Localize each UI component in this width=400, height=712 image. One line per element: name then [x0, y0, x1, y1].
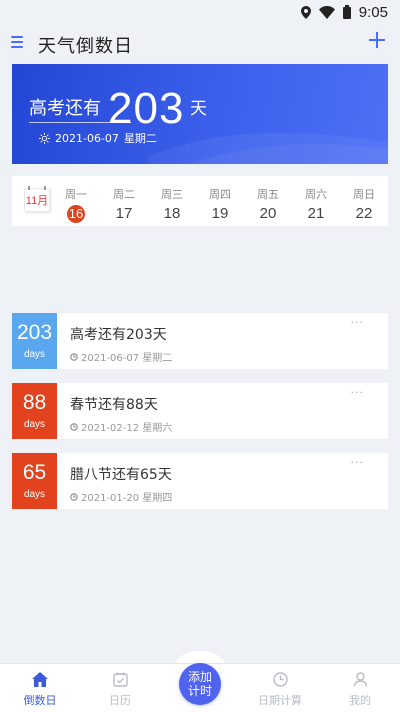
- week-day-name: 周四: [209, 188, 231, 201]
- countdown-days-badge: 88 days: [12, 383, 57, 439]
- countdown-date: 2021-01-20 星期四: [81, 493, 173, 504]
- more-options-icon[interactable]: ···: [351, 457, 365, 468]
- hero-days-unit: 天: [190, 99, 207, 119]
- clock-icon: [272, 672, 288, 687]
- countdown-card[interactable]: 65 days 腊八节还有65天 2021-01-20 星期四 ···: [12, 453, 388, 509]
- location-icon: [300, 5, 311, 19]
- add-timer-label-line2: 计时: [187, 684, 212, 698]
- hero-date-row: 2021-06-07 星期二: [39, 130, 157, 146]
- countdown-date: 2021-06-07 星期二: [81, 353, 173, 364]
- week-day-number: 19: [211, 205, 229, 222]
- week-day-number: 17: [115, 205, 133, 222]
- menu-icon[interactable]: [11, 36, 23, 50]
- week-day-number: 22: [355, 205, 373, 222]
- week-calendar-strip: 11月 周一 16 周二 17 周三 18 周四 19 周五 20 周六 21 …: [12, 176, 388, 226]
- countdown-title: 腊八节还有65天: [70, 467, 172, 483]
- battery-icon: [342, 5, 351, 19]
- more-options-icon[interactable]: ···: [351, 387, 365, 398]
- hero-days-number: 203: [108, 84, 185, 133]
- week-day-name: 周三: [161, 188, 183, 201]
- add-icon[interactable]: [369, 32, 385, 48]
- week-day[interactable]: 周日 22: [340, 176, 388, 226]
- week-day[interactable]: 周三 18: [148, 176, 196, 226]
- week-day[interactable]: 周一 16: [52, 176, 100, 226]
- user-icon: [353, 672, 367, 687]
- countdown-days-number: 65: [22, 461, 47, 484]
- more-options-icon[interactable]: ···: [351, 317, 365, 328]
- countdown-days-badge: 65 days: [12, 453, 57, 509]
- hero-label: 高考还有: [29, 98, 101, 119]
- nav-label: 倒数日: [23, 694, 57, 707]
- page-title: 天气倒数日: [38, 36, 133, 57]
- week-day-name: 周一: [65, 188, 87, 201]
- week-day-number: 20: [259, 205, 277, 222]
- week-day[interactable]: 周六 21: [292, 176, 340, 226]
- nav-item-countdown[interactable]: 倒数日: [0, 664, 80, 712]
- hero-divider: [29, 122, 131, 123]
- countdown-date-row: 2021-06-07 星期二: [70, 349, 172, 364]
- countdown-card[interactable]: 203 days 高考还有203天 2021-06-07 星期二 ···: [12, 313, 388, 369]
- hero-countdown-banner[interactable]: 高考还有 203 天 2021-06-07 星期二: [12, 64, 388, 164]
- week-day-name: 周五: [257, 188, 279, 201]
- calendar-month-label: 11月: [25, 195, 49, 207]
- countdown-days-badge: 203 days: [12, 313, 57, 369]
- nav-item-calendar[interactable]: 日历: [80, 664, 160, 712]
- week-day[interactable]: 周四 19: [196, 176, 244, 226]
- week-day-name: 周日: [353, 188, 375, 201]
- countdown-date-row: 2021-02-12 星期六: [70, 419, 172, 434]
- add-timer-button[interactable]: 添加 计时: [179, 663, 221, 705]
- clock-icon: [70, 492, 78, 501]
- week-day[interactable]: 周二 17: [100, 176, 148, 226]
- week-day-number: 18: [163, 205, 181, 222]
- nav-item-date-calc[interactable]: 日期计算: [240, 664, 320, 712]
- countdown-days-unit: days: [23, 349, 46, 360]
- hero-date: 2021-06-07: [55, 131, 119, 145]
- week-day-name: 周六: [305, 188, 327, 201]
- countdown-days-number: 88: [22, 391, 47, 414]
- countdown-title: 高考还有203天: [70, 327, 167, 343]
- nav-label: 日历: [109, 694, 131, 707]
- countdown-days-unit: days: [23, 419, 46, 430]
- hero-weekday: 星期二: [123, 132, 157, 145]
- clock-icon: [70, 422, 78, 431]
- calendar-month-icon[interactable]: 11月: [24, 186, 50, 212]
- status-bar: 9:05: [0, 0, 400, 24]
- nav-label: 我的: [349, 694, 371, 707]
- week-day[interactable]: 周五 20: [244, 176, 292, 226]
- week-day-number-today: 16: [67, 205, 85, 223]
- countdown-days-unit: days: [23, 489, 46, 500]
- add-timer-label-line1: 添加: [187, 670, 212, 684]
- wifi-icon: [318, 5, 335, 19]
- clock-icon: [70, 352, 78, 361]
- week-days: 周一 16 周二 17 周三 18 周四 19 周五 20 周六 21 周日 2…: [52, 176, 388, 226]
- countdown-title: 春节还有88天: [70, 397, 158, 413]
- status-time: 9:05: [358, 3, 388, 21]
- countdown-date-row: 2021-01-20 星期四: [70, 489, 172, 504]
- countdown-date: 2021-02-12 星期六: [81, 423, 173, 434]
- week-day-number: 21: [307, 205, 325, 222]
- calendar-icon: [112, 672, 128, 687]
- nav-item-mine[interactable]: 我的: [320, 664, 400, 712]
- app-header: 天气倒数日: [0, 26, 400, 62]
- week-day-name: 周二: [113, 188, 135, 201]
- countdown-card[interactable]: 88 days 春节还有88天 2021-02-12 星期六 ···: [12, 383, 388, 439]
- nav-label: 日期计算: [258, 694, 302, 707]
- home-icon: [32, 672, 48, 687]
- sun-icon: [39, 132, 50, 144]
- countdown-days-number: 203: [16, 321, 53, 344]
